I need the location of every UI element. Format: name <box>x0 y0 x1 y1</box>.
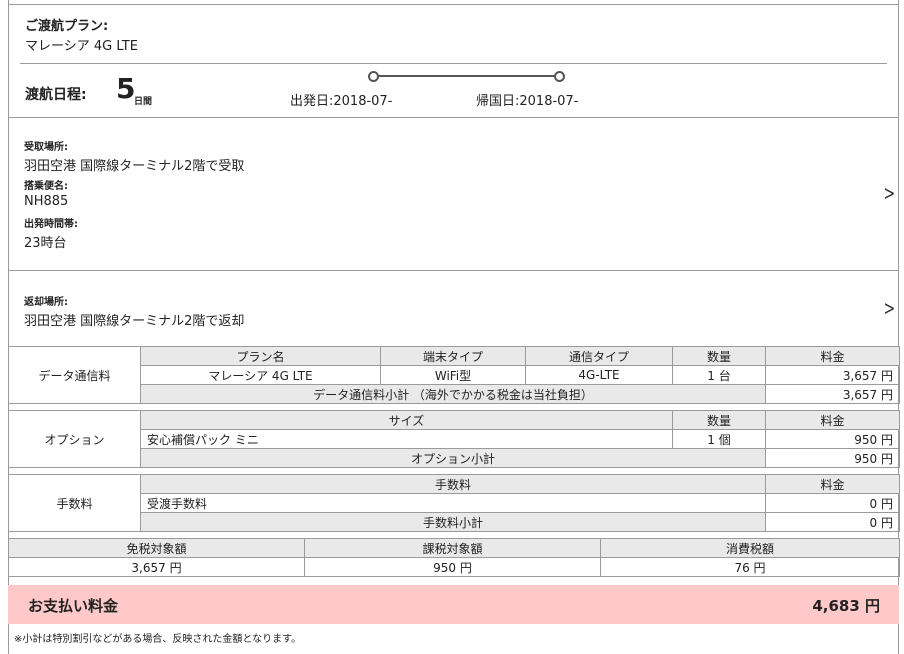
departure-time-label: 出発時間帯: <box>24 219 78 230</box>
network-type-cell: 4G-LTE <box>525 365 673 385</box>
pickup-place-label: 受取場所: <box>24 142 68 153</box>
col-header: 消費税額 <box>600 538 900 558</box>
price-cell: 950 円 <box>765 429 900 449</box>
subtotal-value: 0 円 <box>765 512 900 532</box>
col-header: 端末タイプ <box>380 346 526 366</box>
return-place: 羽田空港 国際線ターミナル2階で返却 <box>24 314 245 329</box>
fee-name-cell: 受渡手数料 <box>140 493 766 513</box>
table-row: マレーシア 4G LTE WiFi型 4G-LTE 1 台 3,657 円 <box>9 365 900 385</box>
footnote: ※小計は特別割引などがある場合、反映された金額となります。 <box>14 634 302 645</box>
device-type-cell: WiFi型 <box>380 365 526 385</box>
price-cell: 0 円 <box>765 493 900 513</box>
subtotal-label: 手数料小計 <box>140 512 766 532</box>
departure-time: 23時台 <box>24 236 67 251</box>
payment-bar <box>8 585 899 624</box>
col-header: 免税対象額 <box>8 538 305 558</box>
tax-free-amount: 3,657 円 <box>8 557 305 577</box>
flight-label: 搭乗便名: <box>24 181 68 192</box>
col-header: 料金 <box>765 474 900 494</box>
return-place-label: 返却場所: <box>24 297 68 308</box>
col-header: 数量 <box>672 346 766 366</box>
quantity-cell: 1 台 <box>672 365 766 385</box>
return-section[interactable]: 返却場所: 羽田空港 国際線ターミナル2階で返却 > <box>8 271 899 346</box>
option-name-cell: 安心補償パック ミニ <box>140 429 673 449</box>
chevron-right-icon: > <box>883 296 896 320</box>
fee-table: 手数料 手数料 料金 受渡手数料 0 円 手数料小計 0 円 <box>8 474 900 532</box>
subtotal-label: データ通信料小計 （海外でかかる税金は当社負担） <box>140 384 766 404</box>
table-row: 安心補償パック ミニ 1 個 950 円 <box>9 429 900 449</box>
col-header: プラン名 <box>140 346 381 366</box>
travel-days: 5 <box>116 72 136 105</box>
timeline-line <box>374 75 560 77</box>
payment-label: お支払い料金 <box>28 597 119 615</box>
depart-date: 出発日:2018-07- <box>290 94 393 109</box>
col-header: 通信タイプ <box>525 346 673 366</box>
quantity-cell: 1 個 <box>672 429 766 449</box>
data-fee-side-label: データ通信料 <box>8 346 141 404</box>
consumption-tax: 76 円 <box>600 557 900 577</box>
flight-number: NH885 <box>24 194 69 209</box>
col-header: 数量 <box>672 410 766 430</box>
divider <box>20 63 887 64</box>
price-cell: 3,657 円 <box>765 365 900 385</box>
timeline-end-dot <box>554 71 565 82</box>
col-header: 課税対象額 <box>304 538 601 558</box>
col-header: サイズ <box>140 410 673 430</box>
plan-name-cell: マレーシア 4G LTE <box>140 365 381 385</box>
timeline-start-dot <box>368 71 379 82</box>
pickup-place: 羽田空港 国際線ターミナル2階で受取 <box>24 159 245 174</box>
plan-value: マレーシア 4G LTE <box>25 39 138 54</box>
fee-side-label: 手数料 <box>8 474 141 532</box>
travel-label: 渡航日程: <box>25 87 87 103</box>
pickup-section[interactable]: 受取場所: 羽田空港 国際線ターミナル2階で受取 搭乗便名: NH885 出発時… <box>8 118 899 270</box>
taxable-amount: 950 円 <box>304 557 601 577</box>
option-table: オプション サイズ 数量 料金 安心補償パック ミニ 1 個 950 円 オプシ… <box>8 410 900 468</box>
travel-days-unit: 日間 <box>134 97 153 107</box>
data-fee-table: データ通信料 プラン名 端末タイプ 通信タイプ 数量 料金 マレーシア 4G L… <box>8 346 900 404</box>
subtotal-value: 950 円 <box>765 448 900 468</box>
subtotal-label: オプション小計 <box>140 448 766 468</box>
tax-table: 免税対象額 課税対象額 消費税額 3,657 円 950 円 76 円 <box>8 538 900 577</box>
table-row: 3,657 円 950 円 76 円 <box>8 557 900 577</box>
subtotal-value: 3,657 円 <box>765 384 900 404</box>
payment-amount: 4,683 円 <box>812 597 880 615</box>
chevron-right-icon: > <box>883 181 896 205</box>
col-header: 料金 <box>765 410 900 430</box>
top-divider <box>8 4 899 5</box>
option-side-label: オプション <box>8 410 141 468</box>
return-date: 帰国日:2018-07- <box>476 94 579 109</box>
table-row: 受渡手数料 0 円 <box>9 493 900 513</box>
col-header: 手数料 <box>140 474 766 494</box>
col-header: 料金 <box>765 346 900 366</box>
plan-label: ご渡航プラン: <box>25 19 109 34</box>
